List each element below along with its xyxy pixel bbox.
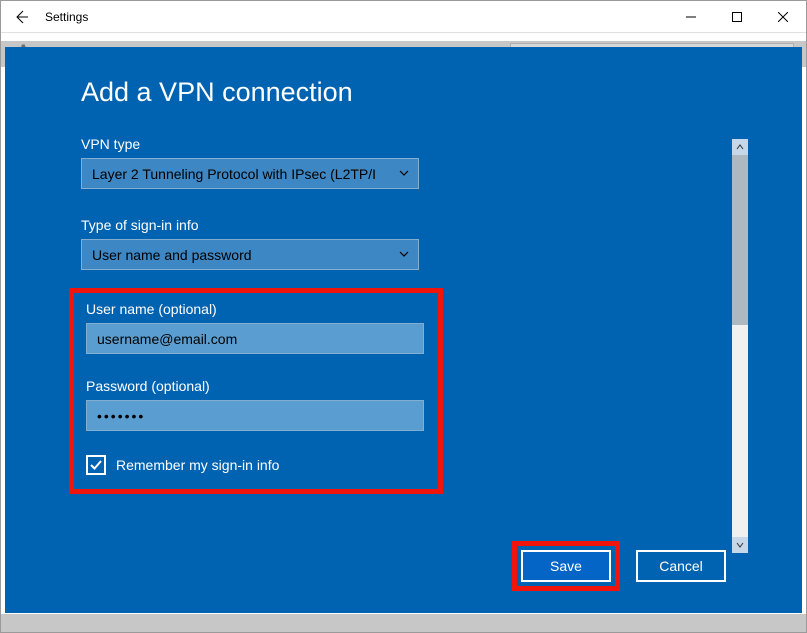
vpn-type-label: VPN type [81,136,726,152]
username-value: username@email.com [97,331,237,347]
signin-type-label: Type of sign-in info [81,217,726,233]
password-input[interactable]: ••••••• [86,400,424,431]
dialog-buttons: Save Cancel [512,541,726,591]
password-label: Password (optional) [86,378,426,394]
remember-checkbox-row[interactable]: Remember my sign-in info [86,455,426,475]
close-button[interactable] [760,1,806,33]
save-button[interactable]: Save [521,550,611,582]
maximize-button[interactable] [714,1,760,33]
chevron-down-icon [398,247,410,263]
vpn-type-select[interactable]: Layer 2 Tunneling Protocol with IPsec (L… [81,158,419,189]
credentials-highlight: User name (optional) username@email.com … [69,288,443,494]
signin-type-value: User name and password [92,247,252,263]
bg-footer-strip [1,614,806,633]
signin-type-select[interactable]: User name and password [81,239,419,270]
password-value: ••••••• [97,408,145,424]
scroll-down-icon[interactable] [732,537,748,553]
vpn-type-value: Layer 2 Tunneling Protocol with IPsec (L… [92,166,376,182]
scroll-up-icon[interactable] [732,139,748,155]
scrollbar-thumb[interactable] [732,155,748,325]
minimize-button[interactable] [668,1,714,33]
save-highlight: Save [512,541,620,591]
content-area: Add a VPN connection VPN type Layer 2 Tu… [1,33,806,633]
dialog-scrollbar[interactable] [732,139,748,553]
username-label: User name (optional) [86,301,426,317]
window-title: Settings [41,10,668,24]
dialog-title: Add a VPN connection [81,77,726,108]
username-input[interactable]: username@email.com [86,323,424,354]
back-button[interactable] [1,1,41,33]
remember-label: Remember my sign-in info [116,457,279,473]
remember-checkbox[interactable] [86,455,106,475]
cancel-button[interactable]: Cancel [636,550,726,582]
chevron-down-icon [398,166,410,182]
vpn-dialog: Add a VPN connection VPN type Layer 2 Tu… [5,47,802,613]
settings-window: Settings Add a VPN connection VPN type L… [0,0,807,633]
titlebar: Settings [1,1,806,33]
